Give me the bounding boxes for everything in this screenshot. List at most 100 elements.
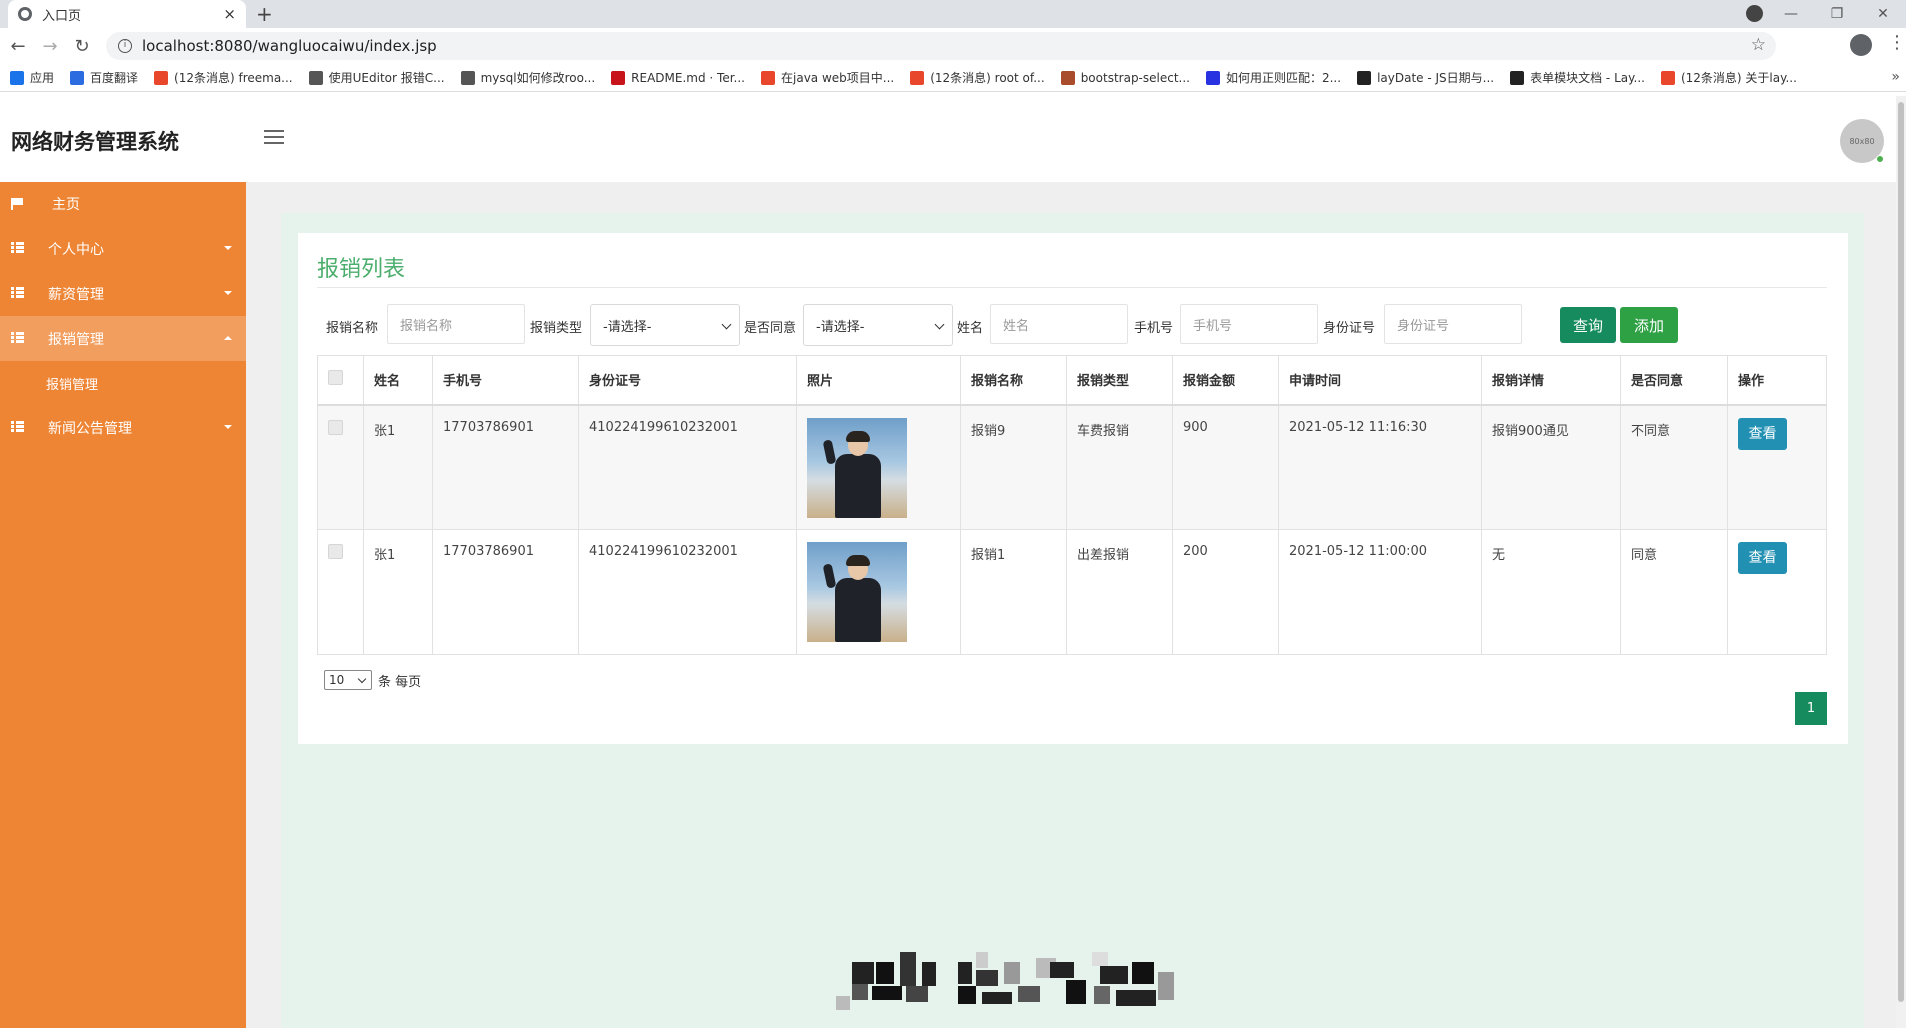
bookmark-item[interactable]: (12条消息) 关于lay... — [1660, 69, 1797, 86]
column-header[interactable]: 申请时间 — [1278, 355, 1482, 405]
column-header[interactable]: 是否同意 — [1620, 355, 1728, 405]
bookmark-item[interactable]: 使用UEditor 报错C... — [308, 69, 445, 86]
chevron-down-icon — [224, 425, 232, 429]
column-header[interactable]: 报销名称 — [960, 355, 1067, 405]
column-header[interactable]: 照片 — [796, 355, 961, 405]
cell-phone: 17703786901 — [432, 404, 579, 530]
pixel-block — [1050, 962, 1074, 978]
select-value: 10 — [329, 673, 345, 687]
column-header[interactable]: 报销金额 — [1172, 355, 1279, 405]
pixel-block — [1066, 980, 1086, 1004]
bookmark-item[interactable]: 如何用正则匹配：2... — [1205, 69, 1341, 86]
bookmark-item[interactable]: 在java web项目中... — [761, 69, 894, 86]
view-button[interactable]: 查看 — [1738, 417, 1787, 450]
search-person-input[interactable]: 姓名 — [990, 304, 1128, 344]
forward-icon[interactable]: → — [36, 36, 64, 57]
select-value: -请选择- — [603, 319, 652, 335]
bookmark-item[interactable]: (12条消息) freema... — [154, 69, 293, 86]
bookmark-icon — [611, 70, 626, 85]
agree-select[interactable]: -请选择- — [803, 304, 953, 346]
bookmarks-bar: 应用 百度翻译 (12条消息) freema... 使用UEditor 报错C... m… — [0, 64, 1906, 92]
sidebar-item-reimbursement[interactable]: 报销管理 — [0, 316, 246, 361]
minimize-button[interactable]: — — [1768, 6, 1814, 22]
scrollbar-thumb[interactable] — [1898, 102, 1904, 1002]
pagination-page-1[interactable]: 1 — [1795, 692, 1827, 725]
grid-icon — [11, 421, 24, 432]
view-button[interactable]: 查看 — [1738, 542, 1787, 574]
column-header[interactable]: 身份证号 — [578, 355, 797, 405]
placeholder: 身份证号 — [1397, 318, 1450, 334]
chevron-up-icon — [224, 336, 232, 340]
account-icon[interactable] — [1850, 34, 1872, 56]
search-idcard-input[interactable]: 身份证号 — [1384, 304, 1522, 344]
back-icon[interactable]: ← — [4, 36, 32, 57]
info-icon[interactable]: i — [118, 39, 132, 53]
cell-title: 报销9 — [960, 404, 1067, 530]
url-field[interactable]: i localhost:8080/wangluocaiwu/index.jsp … — [106, 32, 1776, 60]
cell-name: 张1 — [363, 404, 433, 530]
sidebar-item-personal-center[interactable]: 个人中心 — [0, 226, 246, 271]
browser-tab[interactable]: 入口页 × — [8, 0, 246, 28]
pixel-block — [1018, 986, 1040, 1002]
select-value: -请选择- — [816, 319, 865, 335]
online-status-dot — [1876, 155, 1884, 163]
query-button[interactable]: 查询 — [1560, 307, 1616, 343]
scrollbar[interactable] — [1896, 96, 1906, 1028]
sidebar-item-home[interactable]: 主页 — [0, 182, 246, 226]
bookmark-item[interactable]: 百度翻译 — [70, 69, 138, 86]
pixel-block — [958, 986, 976, 1004]
cell-photo — [796, 404, 961, 530]
browser-profile-icon[interactable] — [1746, 5, 1763, 22]
close-window-button[interactable]: ✕ — [1860, 6, 1906, 22]
row-select-cell — [317, 529, 364, 655]
column-header[interactable]: 姓名 — [363, 355, 433, 405]
bookmark-icon — [308, 70, 323, 85]
column-header[interactable]: 报销详情 — [1481, 355, 1621, 405]
maximize-button[interactable]: ❐ — [1814, 6, 1860, 22]
select-all-checkbox[interactable] — [328, 370, 343, 386]
bookmark-icon — [70, 70, 85, 85]
grid-icon — [11, 287, 24, 298]
bookmark-label: (12条消息) freema... — [174, 71, 293, 85]
bookmark-label: 在java web项目中... — [781, 71, 895, 85]
bookmark-item[interactable]: 应用 — [10, 69, 54, 86]
close-tab-icon[interactable]: × — [223, 5, 236, 23]
bookmark-item[interactable]: mysql如何修改roo... — [460, 69, 595, 86]
bookmark-label: layDate - JS日期与... — [1377, 71, 1495, 85]
row-checkbox[interactable] — [328, 419, 343, 435]
browser-menu-icon[interactable]: ⋮ — [1888, 32, 1906, 53]
search-name-input[interactable]: 报销名称 — [387, 304, 525, 344]
bookmark-label: 应用 — [30, 71, 55, 85]
bookmark-item[interactable]: (12条消息) root of... — [910, 69, 1045, 86]
bookmark-label: bootstrap-select... — [1080, 70, 1190, 85]
bookmark-item[interactable]: README.md · Ter... — [611, 70, 745, 85]
chevron-down-icon — [224, 291, 232, 295]
placeholder: 手机号 — [1193, 318, 1233, 334]
bookmark-item[interactable]: bootstrap-select... — [1060, 70, 1190, 85]
bookmarks-overflow-icon[interactable]: » — [1891, 69, 1900, 85]
new-tab-button[interactable]: + — [256, 2, 273, 26]
add-button[interactable]: 添加 — [1620, 307, 1678, 343]
pixel-block — [852, 984, 868, 1000]
bookmark-item[interactable]: layDate - JS日期与... — [1357, 69, 1494, 86]
column-header[interactable]: 手机号 — [432, 355, 579, 405]
page-size-select[interactable]: 10 — [324, 670, 372, 690]
reload-icon[interactable]: ↻ — [68, 36, 96, 57]
page-size-control: 10 条 每页 — [324, 670, 421, 690]
sidebar-item-salary[interactable]: 薪资管理 — [0, 271, 246, 316]
bookmark-item[interactable]: 表单模块文档 - Lay... — [1510, 69, 1645, 86]
row-checkbox[interactable] — [328, 544, 343, 559]
sidebar-subitem-reimbursement[interactable]: 报销管理 — [0, 361, 246, 405]
cell-idcard: 410224199610232001 — [578, 404, 797, 530]
star-icon[interactable]: ☆ — [1751, 35, 1766, 55]
cell-amount: 200 — [1172, 529, 1279, 655]
bookmark-icon — [1060, 70, 1075, 85]
search-phone-input[interactable]: 手机号 — [1180, 304, 1318, 344]
pixel-block — [982, 992, 1012, 1004]
sidebar-item-news[interactable]: 新闻公告管理 — [0, 405, 246, 450]
column-header[interactable]: 报销类型 — [1066, 355, 1173, 405]
cell-name: 张1 — [363, 529, 433, 655]
menu-toggle-icon[interactable] — [264, 130, 284, 146]
type-select[interactable]: -请选择- — [590, 304, 740, 346]
person-photo — [807, 417, 907, 518]
